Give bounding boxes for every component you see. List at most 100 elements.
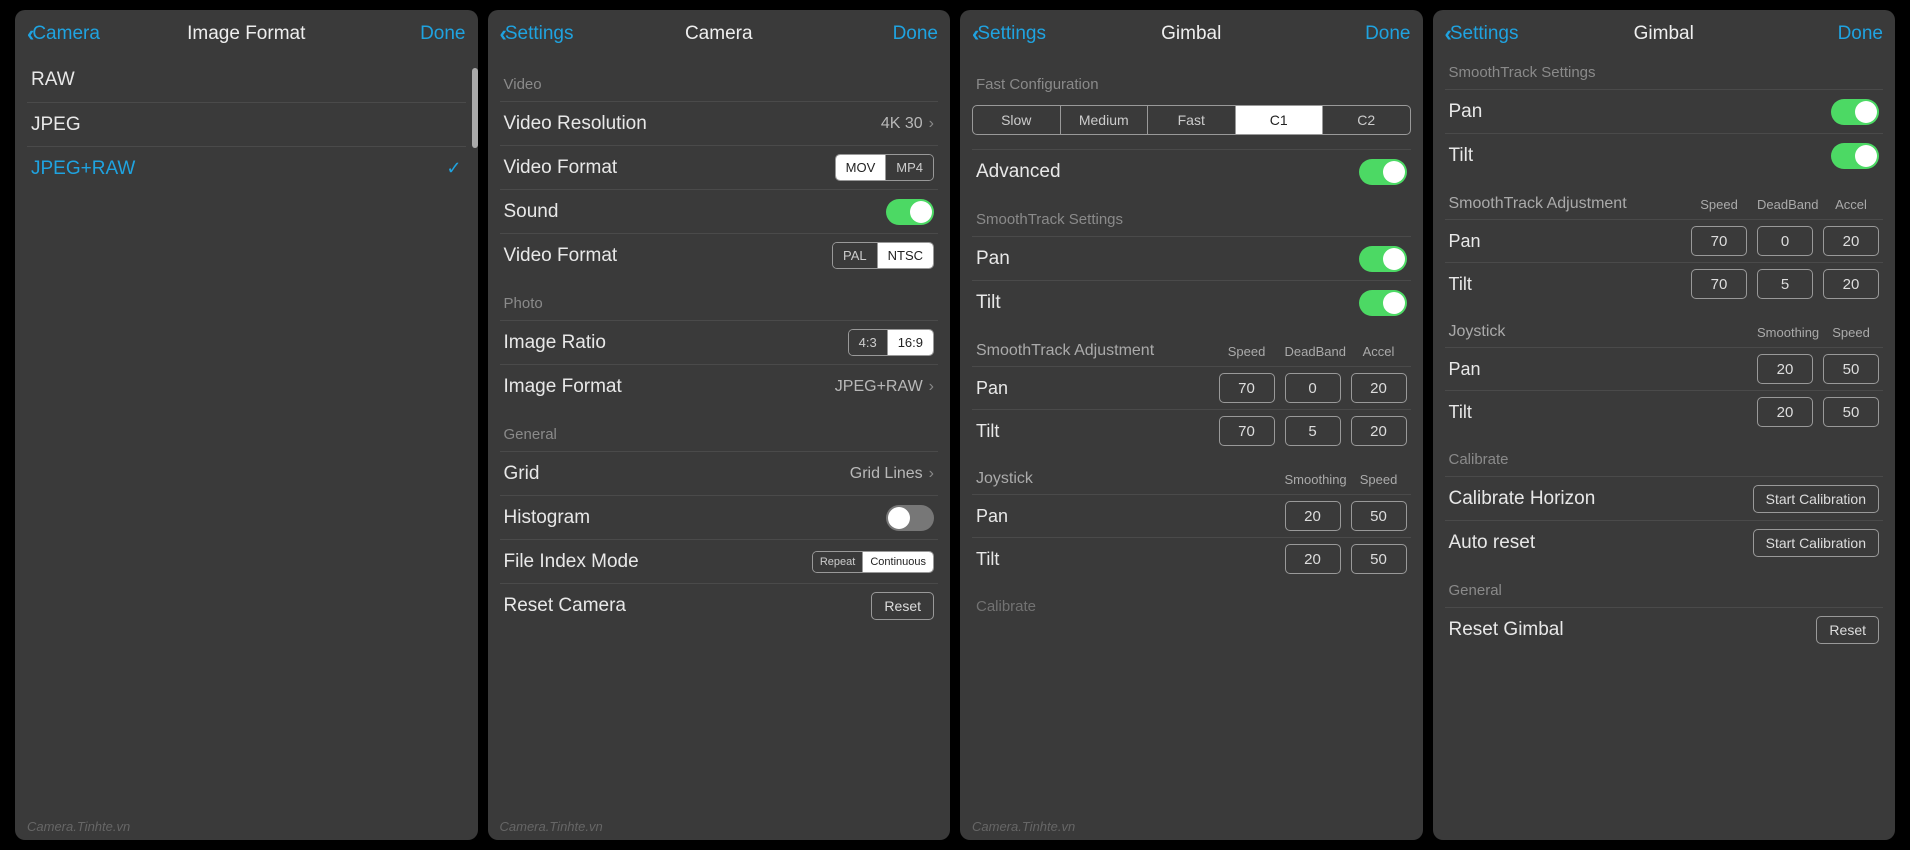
joy-tilt-speed[interactable]: 50	[1823, 397, 1879, 427]
seg-opt-c1[interactable]: C1	[1235, 106, 1323, 134]
section-smoothtrack-settings: SmoothTrack Settings	[972, 193, 1411, 236]
seg-opt-fast[interactable]: Fast	[1147, 106, 1235, 134]
seg-opt-pal[interactable]: PAL	[833, 243, 877, 268]
joy-pan-smoothing[interactable]: 20	[1757, 354, 1813, 384]
done-button[interactable]: Done	[893, 23, 938, 45]
row-advanced: Advanced	[972, 149, 1411, 193]
joy-pan-smoothing[interactable]: 20	[1285, 501, 1341, 531]
row-label: Advanced	[976, 161, 1061, 183]
seg-fast-config[interactable]: Slow Medium Fast C1 C2	[972, 105, 1411, 135]
tilt-deadband[interactable]: 5	[1285, 416, 1341, 446]
joy-tilt-smoothing[interactable]: 20	[1757, 397, 1813, 427]
toggle-tilt[interactable]	[1359, 290, 1407, 316]
row-label: Grid	[504, 463, 540, 485]
seg-opt-mp4[interactable]: MP4	[885, 155, 933, 180]
row-histogram: Histogram	[500, 495, 939, 539]
tilt-deadband[interactable]: 5	[1757, 269, 1813, 299]
toggle-knob	[1855, 145, 1877, 167]
toggle-tilt[interactable]	[1831, 143, 1879, 169]
start-calibration-autoreset-button[interactable]: Start Calibration	[1753, 529, 1879, 557]
toggle-pan[interactable]	[1831, 99, 1879, 125]
tilt-accel[interactable]: 20	[1823, 269, 1879, 299]
row-image-ratio: Image Ratio 4:3 16:9	[500, 320, 939, 364]
pan-deadband[interactable]: 0	[1285, 373, 1341, 403]
row-value: Grid Lines›	[850, 465, 934, 483]
option-jpeg-raw[interactable]: JPEG+RAW✓	[27, 146, 466, 190]
pan-accel[interactable]: 20	[1823, 226, 1879, 256]
back-button[interactable]: ‹ Settings	[1445, 21, 1519, 47]
header-joystick: Joystick Smoothing Speed	[1445, 305, 1884, 347]
seg-opt-slow[interactable]: Slow	[973, 106, 1060, 134]
seg-opt-43[interactable]: 4:3	[849, 330, 887, 355]
row-image-format[interactable]: Image Format JPEG+RAW›	[500, 364, 939, 408]
row-label: Video Format	[504, 245, 618, 267]
seg-opt-continuous[interactable]: Continuous	[862, 552, 933, 572]
joy-tilt-speed[interactable]: 50	[1351, 544, 1407, 574]
tilt-accel[interactable]: 20	[1351, 416, 1407, 446]
joy-pan-speed[interactable]: 50	[1351, 501, 1407, 531]
tilt-speed[interactable]: 70	[1219, 416, 1275, 446]
seg-mov-mp4[interactable]: MOV MP4	[835, 154, 934, 181]
body: Video Video Resolution 4K 30› Video Form…	[488, 58, 951, 840]
tilt-speed[interactable]: 70	[1691, 269, 1747, 299]
seg-opt-ntsc[interactable]: NTSC	[877, 243, 933, 268]
done-button[interactable]: Done	[1838, 23, 1883, 45]
row-label: Reset Gimbal	[1449, 619, 1564, 641]
header-smoothtrack-adjust: SmoothTrack Adjustment Speed DeadBand Ac…	[972, 324, 1411, 366]
col-speed: Speed	[1823, 325, 1879, 340]
row-grid[interactable]: Grid Grid Lines›	[500, 451, 939, 495]
back-button[interactable]: ‹ Camera	[27, 21, 100, 47]
toggle-advanced[interactable]	[1359, 159, 1407, 185]
scrollbar[interactable]	[472, 68, 478, 148]
back-button[interactable]: ‹ Settings	[500, 21, 574, 47]
chevron-right-icon: ›	[929, 465, 934, 483]
toggle-knob	[1383, 292, 1405, 314]
start-calibration-horizon-button[interactable]: Start Calibration	[1753, 485, 1879, 513]
header-joystick: Joystick Smoothing Speed	[972, 452, 1411, 494]
row-label: Sound	[504, 201, 559, 223]
pan-accel[interactable]: 20	[1351, 373, 1407, 403]
reset-camera-button[interactable]: Reset	[871, 592, 934, 620]
header: ‹ Settings Camera Done	[488, 10, 951, 58]
row-label: Pan	[1449, 101, 1483, 123]
toggle-histogram[interactable]	[886, 505, 934, 531]
seg-opt-repeat[interactable]: Repeat	[813, 552, 862, 572]
toggle-sound[interactable]	[886, 199, 934, 225]
row-st-tilt: Tilt	[1445, 133, 1884, 177]
joy-tilt: Tilt 20 50	[1445, 390, 1884, 433]
option-jpeg[interactable]: JPEG	[27, 102, 466, 146]
col-deadband: DeadBand	[1757, 197, 1813, 212]
col-speed: Speed	[1691, 197, 1747, 212]
row-value: 4K 30›	[881, 115, 934, 133]
row-video-format-container: Video Format MOV MP4	[500, 145, 939, 189]
joy-tilt-smoothing[interactable]: 20	[1285, 544, 1341, 574]
pan-speed[interactable]: 70	[1219, 373, 1275, 403]
joy-pan-speed[interactable]: 50	[1823, 354, 1879, 384]
seg-opt-c2[interactable]: C2	[1322, 106, 1410, 134]
row-label: Reset Camera	[504, 595, 627, 617]
option-raw[interactable]: RAW	[27, 58, 466, 102]
seg-ratio[interactable]: 4:3 16:9	[848, 329, 934, 356]
body: SmoothTrack Settings Pan Tilt SmoothTrac…	[1433, 58, 1896, 840]
seg-opt-medium[interactable]: Medium	[1060, 106, 1148, 134]
seg-opt-mov[interactable]: MOV	[836, 155, 886, 180]
done-button[interactable]: Done	[420, 23, 465, 45]
row-calibrate-horizon: Calibrate Horizon Start Calibration	[1445, 476, 1884, 520]
toggle-knob	[1855, 101, 1877, 123]
done-button[interactable]: Done	[1365, 23, 1410, 45]
toggle-pan[interactable]	[1359, 246, 1407, 272]
row-video-standard: Video Format PAL NTSC	[500, 233, 939, 277]
seg-pal-ntsc[interactable]: PAL NTSC	[832, 242, 934, 269]
pan-deadband[interactable]: 0	[1757, 226, 1813, 256]
row-label: Histogram	[504, 507, 591, 529]
row-video-resolution[interactable]: Video Resolution 4K 30›	[500, 101, 939, 145]
pan-speed[interactable]: 70	[1691, 226, 1747, 256]
seg-file-index[interactable]: Repeat Continuous	[812, 551, 934, 573]
adj-row-label: Pan	[976, 378, 1209, 399]
section-fast-config: Fast Configuration	[972, 58, 1411, 101]
back-button[interactable]: ‹ Settings	[972, 21, 1046, 47]
seg-opt-169[interactable]: 16:9	[887, 330, 933, 355]
reset-gimbal-button[interactable]: Reset	[1816, 616, 1879, 644]
section-general: General	[500, 408, 939, 451]
row-label: Calibrate Horizon	[1449, 488, 1596, 510]
